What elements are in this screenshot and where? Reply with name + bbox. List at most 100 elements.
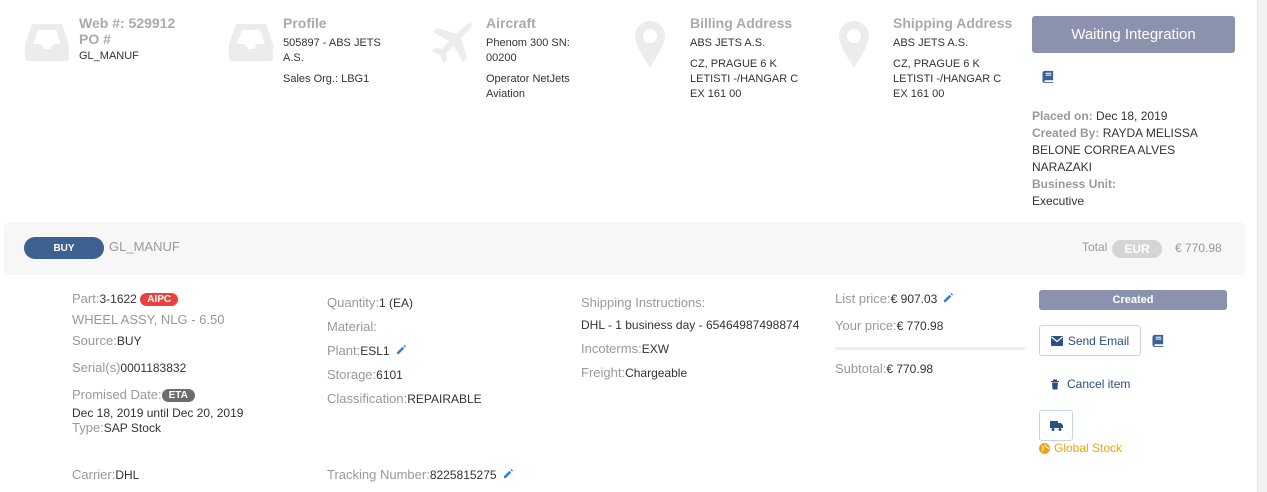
- part-label: Part:: [72, 291, 100, 306]
- quantity-label: Quantity:: [327, 295, 380, 310]
- envelope-icon: [1050, 335, 1063, 346]
- po-value: GL_MANUF: [79, 50, 139, 62]
- freight-label: Freight:: [581, 365, 626, 380]
- subtotal-value: € 770.98: [886, 362, 934, 376]
- type-label: Type:: [72, 420, 104, 435]
- created-by-value-cont2: NARAZAKI: [1032, 160, 1093, 174]
- pencil-icon[interactable]: [503, 468, 514, 482]
- trash-icon: [1050, 379, 1060, 390]
- total-label: Total: [1082, 240, 1108, 254]
- tracking-number-value: 8225815275: [429, 468, 497, 482]
- aipc-badge: AIPC: [140, 293, 179, 306]
- scrollbar[interactable]: [1257, 0, 1267, 492]
- shipping-line1: ABS JETS A.S.: [893, 37, 969, 49]
- send-email-label: Send Email: [1067, 333, 1130, 348]
- promised-date-label: Promised Date:: [72, 387, 162, 402]
- carrier-label: Carrier:: [72, 467, 116, 482]
- plant-label: Plant:: [327, 343, 361, 358]
- shipping-line2: CZ, PRAGUE 6 K: [893, 58, 980, 70]
- shipping-line3: LETISTI -/HANGAR C: [893, 73, 1002, 85]
- eta-badge: ETA: [161, 389, 195, 402]
- currency-badge: EUR: [1112, 240, 1162, 258]
- incoterms-value: EXW: [641, 342, 670, 356]
- web-number: Web #: 529912: [79, 15, 176, 31]
- source-label: Source:: [72, 333, 117, 348]
- plant-value: ESL1: [360, 344, 390, 358]
- aircraft-operator: Operator NetJets: [486, 73, 570, 85]
- map-marker-icon: [838, 20, 870, 71]
- your-price-label: Your price:: [835, 318, 897, 333]
- cancel-item-label: Cancel item: [1067, 377, 1131, 391]
- serial-value: 0001183832: [120, 361, 187, 375]
- material-label: Material:: [327, 319, 377, 334]
- send-email-button[interactable]: Send Email: [1039, 325, 1141, 356]
- shipping-line4: EX 161 00: [893, 88, 945, 100]
- aircraft-title: Aircraft: [486, 15, 536, 31]
- subtotal-label: Subtotal:: [835, 361, 887, 376]
- order-type-badge: BUY: [24, 237, 104, 259]
- order-name: GL_MANUF: [109, 239, 180, 254]
- billing-line3: LETISTI -/HANGAR C: [690, 73, 799, 85]
- profile-line1: 505897 - ABS JETS: [283, 37, 381, 49]
- aircraft-operator-cont: Aviation: [486, 88, 525, 100]
- po-label: PO #: [79, 31, 111, 47]
- serial-label: Serial(s): [72, 360, 121, 375]
- created-by-label: Created By:: [1032, 126, 1100, 140]
- profile-title: Profile: [283, 15, 327, 31]
- billing-line4: EX 161 00: [690, 88, 742, 100]
- shipping-instructions-label: Shipping Instructions:: [581, 295, 706, 310]
- created-by-value: RAYDA MELISSA: [1102, 126, 1198, 140]
- global-stock-link[interactable]: Global Stock: [1039, 441, 1122, 455]
- book-icon[interactable]: [1042, 70, 1055, 86]
- tracking-number-label: Tracking Number:: [327, 467, 430, 482]
- pencil-icon[interactable]: [396, 340, 407, 363]
- placed-label: Placed on:: [1032, 109, 1093, 123]
- carrier-value: DHL: [115, 468, 140, 482]
- order-summary-bar: [4, 222, 1245, 275]
- billing-title: Billing Address: [690, 15, 793, 31]
- inbox-icon: [24, 18, 70, 67]
- part-description: WHEEL ASSY, NLG - 6.50: [72, 312, 225, 327]
- profile-line2: A.S.: [283, 52, 304, 64]
- order-meta: Placed on: Dec 18, 2019 Created By: RAYD…: [1032, 108, 1222, 210]
- truck-button[interactable]: [1039, 410, 1073, 441]
- part-value: 3-1622: [99, 292, 137, 306]
- pencil-icon[interactable]: [943, 292, 954, 306]
- truck-icon: [1049, 420, 1063, 431]
- map-marker-icon: [634, 20, 666, 71]
- price-divider: [835, 347, 1025, 350]
- classification-value: REPAIRABLE: [407, 392, 482, 406]
- billing-line1: ABS JETS A.S.: [690, 37, 766, 49]
- billing-line2: CZ, PRAGUE 6 K: [690, 58, 777, 70]
- type-value: SAP Stock: [103, 421, 161, 435]
- total-value: € 770.98: [1175, 241, 1222, 255]
- shipping-title: Shipping Address: [893, 15, 1013, 31]
- waiting-integration-button[interactable]: Waiting Integration: [1032, 16, 1235, 53]
- incoterms-label: Incoterms:: [581, 341, 642, 356]
- created-by-value-cont: BELONE CORREA ALVES: [1032, 143, 1176, 157]
- inbox-icon: [228, 18, 274, 67]
- placed-value: Dec 18, 2019: [1096, 109, 1168, 123]
- cancel-item-link[interactable]: Cancel item: [1050, 377, 1130, 391]
- aircraft-line2: 00200: [486, 52, 517, 64]
- globe-icon: [1039, 442, 1050, 454]
- source-value: BUY: [116, 334, 142, 348]
- list-price-label: List price:: [835, 291, 891, 306]
- profile-sales-org: Sales Org.: LBG1: [283, 73, 370, 85]
- your-price-value: € 770.98: [896, 319, 944, 333]
- quantity-value: 1 (EA): [379, 296, 414, 310]
- book-icon[interactable]: [1152, 334, 1165, 350]
- promised-date-value: Dec 18, 2019 until Dec 20, 2019: [72, 406, 244, 420]
- business-unit-label: Business Unit:: [1032, 177, 1117, 191]
- global-stock-label: Global Stock: [1054, 441, 1123, 455]
- list-price-value: € 907.03: [890, 292, 938, 306]
- aircraft-line1: Phenom 300 SN:: [486, 37, 570, 49]
- plane-icon: [430, 18, 476, 67]
- freight-value: Chargeable: [625, 366, 688, 380]
- item-status-badge: Created: [1039, 290, 1227, 310]
- storage-value: 6101: [376, 368, 403, 382]
- classification-label: Classification:: [327, 391, 408, 406]
- storage-label: Storage:: [327, 367, 377, 382]
- business-unit-value: Executive: [1032, 194, 1085, 208]
- shipping-instructions-value: DHL - 1 business day - 65464987498874: [581, 318, 800, 332]
